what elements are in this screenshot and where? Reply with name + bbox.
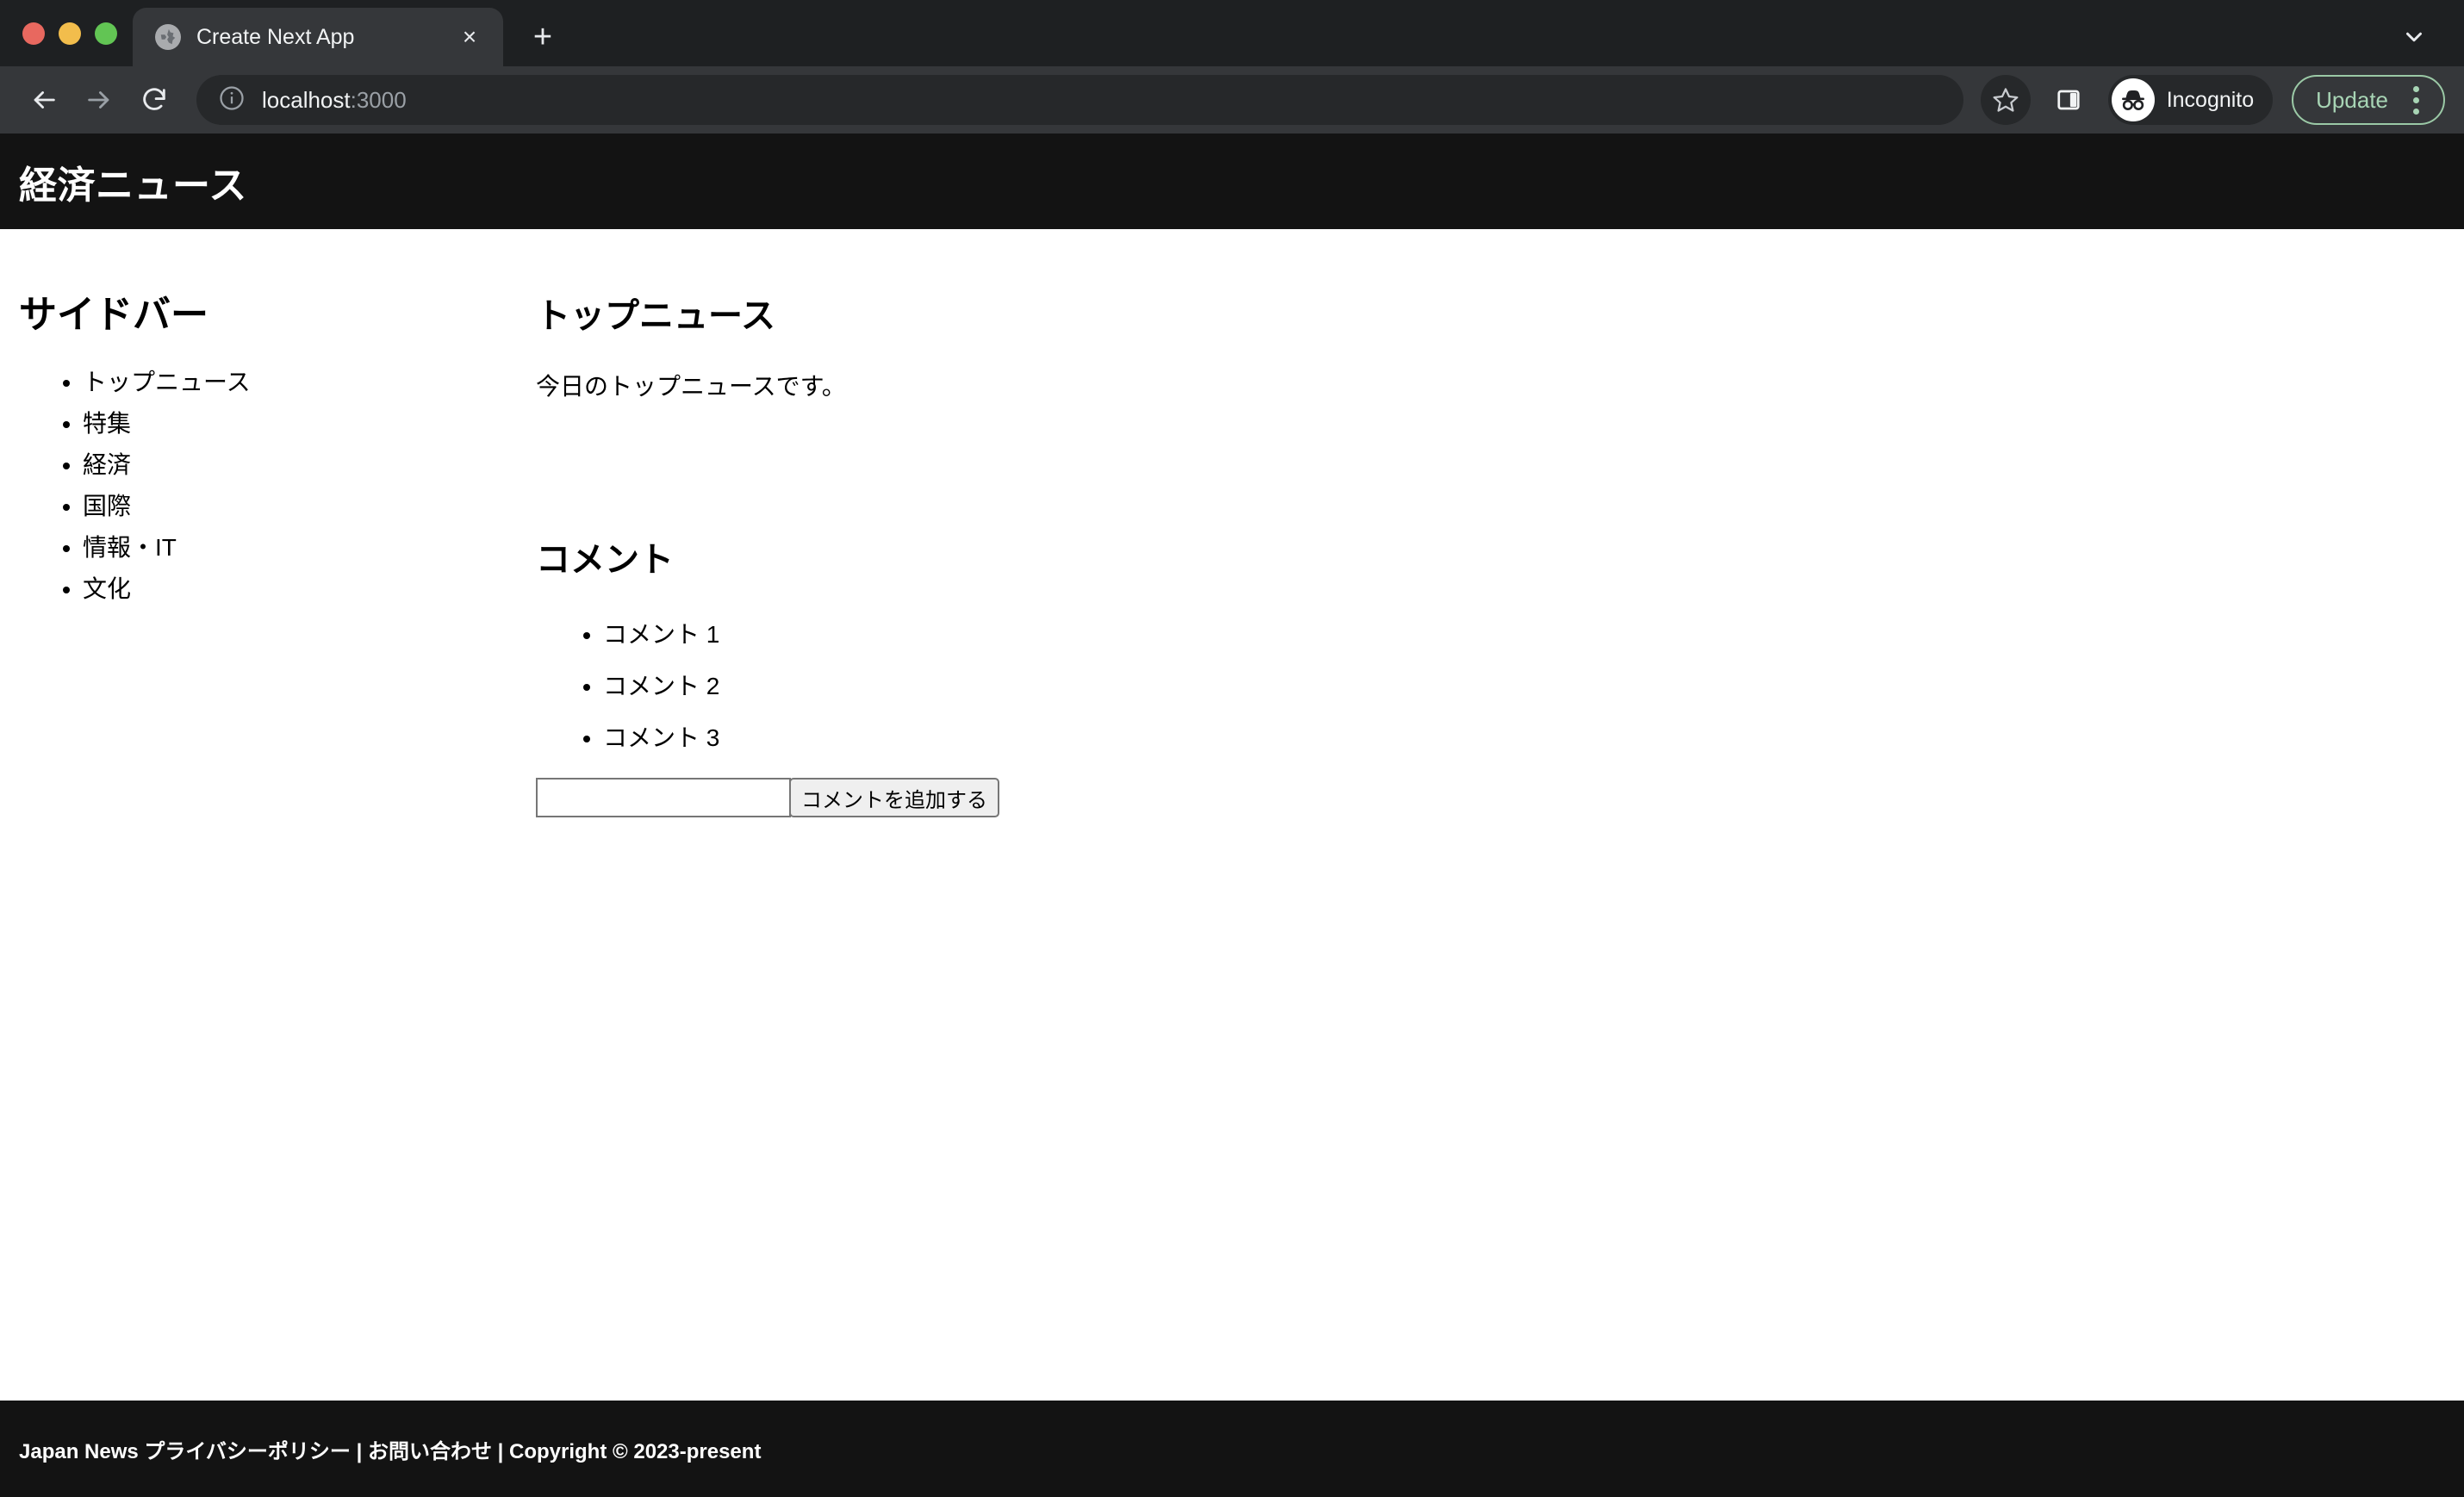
comments-list: コメント 1 コメント 2 コメント 3 — [536, 616, 2464, 754]
comments-heading: コメント — [536, 541, 674, 579]
sidebar-item-label: 情報・IT — [83, 534, 177, 561]
url-host: localhost — [262, 86, 351, 113]
sidebar-item-culture[interactable]: 文化 — [83, 577, 534, 601]
comment-text: コメント 3 — [603, 724, 720, 751]
article-heading: トップニュース — [536, 297, 775, 335]
browser-toolbar: localhost:3000 Incognito Update — [0, 66, 2464, 134]
reload-icon[interactable] — [129, 75, 179, 125]
comment-input[interactable] — [536, 778, 791, 817]
close-icon[interactable]: × — [455, 22, 484, 52]
page-body: サイドバー トップニュース 特集 経済 国際 情報・IT 文化 トップニュース … — [0, 229, 2464, 1401]
comment-form: コメントを追加する — [536, 778, 2464, 817]
main-content: トップニュース 今日のトップニュースです。 コメント コメント 1 コメント 2… — [534, 229, 2464, 817]
incognito-avatar-icon — [2111, 78, 2155, 121]
tab-strip: Create Next App × + — [0, 0, 2464, 66]
profile-label: Incognito — [2166, 87, 2255, 112]
comment-text: コメント 2 — [603, 673, 720, 699]
sidebar-item-it[interactable]: 情報・IT — [83, 536, 534, 560]
globe-icon — [155, 24, 181, 50]
sidebar-heading: サイドバー — [19, 294, 208, 336]
new-tab-button[interactable]: + — [515, 8, 570, 66]
tab-title: Create Next App — [196, 24, 355, 49]
update-label: Update — [2316, 86, 2388, 113]
url-port: :3000 — [350, 86, 407, 113]
address-bar-url: localhost:3000 — [262, 87, 407, 114]
page-title: 経済ニュース — [19, 164, 247, 207]
site-footer: Japan News プライバシーポリシー | お問い合わせ | Copyrig… — [0, 1401, 2464, 1497]
sidebar-item-top-news[interactable]: トップニュース — [83, 370, 534, 394]
list-item: コメント 1 — [603, 616, 2464, 650]
sidebar-item-label: 文化 — [83, 575, 132, 602]
list-item: コメント 3 — [603, 719, 2464, 754]
list-item: コメント 2 — [603, 668, 2464, 702]
kebab-menu-icon[interactable] — [2397, 75, 2435, 125]
browser-tab[interactable]: Create Next App × — [133, 8, 503, 66]
star-icon[interactable] — [1980, 75, 2031, 125]
info-circle-icon[interactable] — [219, 85, 245, 115]
sidebar-item-international[interactable]: 国際 — [83, 494, 534, 519]
sidebar-item-label: 特集 — [83, 410, 132, 437]
sidebar-item-economy[interactable]: 経済 — [83, 453, 534, 477]
sidebar: サイドバー トップニュース 特集 経済 国際 情報・IT 文化 — [0, 229, 534, 618]
sidebar-item-label: 国際 — [83, 493, 132, 519]
sidebar-item-features[interactable]: 特集 — [83, 412, 534, 436]
add-comment-button[interactable]: コメントを追加する — [789, 778, 999, 817]
address-bar[interactable]: localhost:3000 — [196, 75, 1963, 125]
article-body: 今日のトップニュースです。 — [536, 373, 846, 400]
forward-arrow-icon[interactable] — [74, 75, 124, 125]
sidebar-item-label: トップニュース — [83, 369, 251, 395]
page-viewport: 経済ニュース サイドバー トップニュース 特集 経済 国際 情報・IT 文化 ト… — [0, 134, 2464, 1497]
chevron-down-icon[interactable] — [2386, 8, 2442, 66]
sidebar-nav-list: トップニュース 特集 経済 国際 情報・IT 文化 — [19, 370, 534, 601]
back-arrow-icon[interactable] — [19, 75, 69, 125]
comment-text: コメント 1 — [603, 621, 720, 648]
zoom-window-button[interactable] — [95, 22, 117, 45]
browser-window: Create Next App × + localhost:3000 Incog… — [0, 0, 2464, 1497]
sidebar-item-label: 経済 — [83, 451, 132, 478]
minimize-window-button[interactable] — [59, 22, 81, 45]
update-button[interactable]: Update — [2292, 75, 2445, 125]
site-header: 経済ニュース — [0, 134, 2464, 229]
footer-text: Japan News プライバシーポリシー | お問い合わせ | Copyrig… — [19, 1439, 762, 1463]
profile-button[interactable]: Incognito — [2107, 75, 2274, 125]
close-window-button[interactable] — [22, 22, 45, 45]
side-panel-icon[interactable] — [2044, 75, 2093, 125]
window-controls — [0, 0, 133, 66]
